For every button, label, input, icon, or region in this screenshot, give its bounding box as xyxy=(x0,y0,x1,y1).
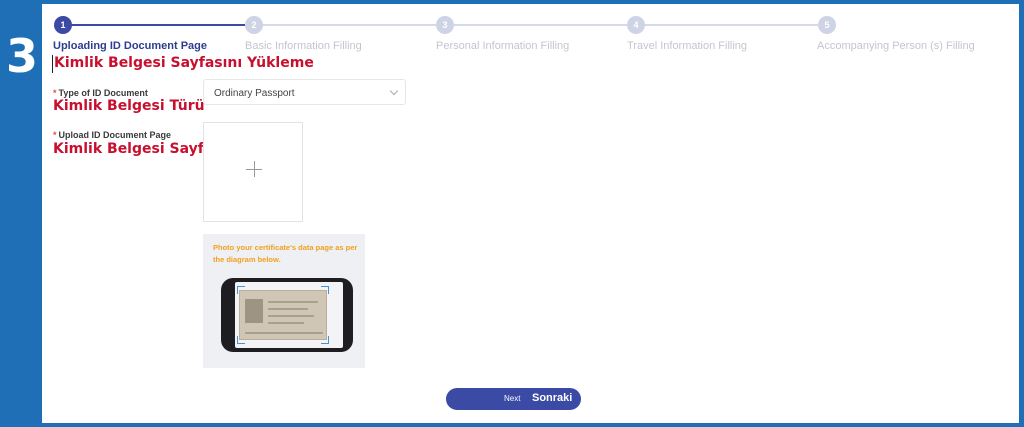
upload-label: * Upload ID Document Page xyxy=(53,130,171,140)
chevron-down-icon xyxy=(389,86,399,96)
id-type-select[interactable]: Ordinary Passport xyxy=(203,79,406,105)
step-5-indicator[interactable]: 5 xyxy=(818,16,836,34)
upload-label-text: Upload ID Document Page xyxy=(58,130,172,140)
stepper-connector xyxy=(262,24,436,26)
step-2-label[interactable]: Basic Information Filling xyxy=(245,40,362,52)
step-5-label[interactable]: Accompanying Person (s) Filling xyxy=(817,40,975,52)
required-mark: * xyxy=(53,88,57,98)
progress-stepper: 1 2 3 4 5 Uploading ID Document Page Bas… xyxy=(42,4,1019,60)
next-button-translation: Sonraki xyxy=(532,392,573,404)
passport-text-line xyxy=(268,308,308,310)
example-instructions: Photo your certificate's data page as pe… xyxy=(213,243,358,264)
required-mark: * xyxy=(53,130,57,140)
passport-text-line xyxy=(268,322,304,324)
next-button-label: Next xyxy=(504,394,521,403)
scan-corner-icon xyxy=(237,286,245,294)
step-1-indicator[interactable]: 1 xyxy=(54,16,72,34)
passport-text-line xyxy=(268,301,318,303)
step-4-label[interactable]: Travel Information Filling xyxy=(627,40,747,52)
upload-dropzone[interactable] xyxy=(203,122,303,222)
scan-corner-icon xyxy=(321,286,329,294)
step-3-indicator[interactable]: 3 xyxy=(436,16,454,34)
blue-frame: 3 1 2 3 4 5 Uploading ID Document Page B… xyxy=(0,0,1024,427)
passport-mrz-line xyxy=(245,332,323,334)
stepper-connector xyxy=(66,24,245,26)
phone-screen xyxy=(235,282,343,348)
plus-icon-vertical xyxy=(254,161,255,177)
phone-illustration xyxy=(221,278,353,352)
id-type-value: Ordinary Passport xyxy=(214,88,295,99)
step-1-label[interactable]: Uploading ID Document Page xyxy=(53,40,207,52)
text-cursor xyxy=(52,55,53,73)
id-type-translation: Kimlik Belgesi Türü xyxy=(53,98,205,114)
step-2-indicator[interactable]: 2 xyxy=(245,16,263,34)
passport-data-page-image xyxy=(239,290,327,340)
id-type-label: * Type of ID Document xyxy=(53,88,148,98)
next-button[interactable]: Next Sonraki xyxy=(446,388,581,410)
passport-text-line xyxy=(268,315,314,317)
form-panel: 1 2 3 4 5 Uploading ID Document Page Bas… xyxy=(42,4,1019,423)
stepper-connector xyxy=(453,24,627,26)
scan-corner-icon xyxy=(237,336,245,344)
stepper-connector xyxy=(644,24,818,26)
step-3-label[interactable]: Personal Information Filling xyxy=(436,40,569,52)
page-title-translation: Kimlik Belgesi Sayfasını Yükleme xyxy=(54,55,314,71)
example-diagram: Photo your certificate's data page as pe… xyxy=(203,234,365,368)
step-4-indicator[interactable]: 4 xyxy=(627,16,645,34)
step-number-badge: 3 xyxy=(5,29,38,83)
scan-corner-icon xyxy=(321,336,329,344)
passport-photo xyxy=(245,299,263,323)
id-type-label-text: Type of ID Document xyxy=(58,88,148,98)
